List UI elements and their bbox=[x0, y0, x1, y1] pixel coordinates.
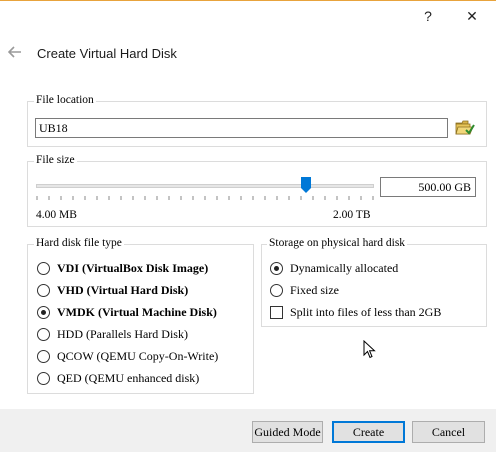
radio-button[interactable] bbox=[37, 372, 50, 385]
radio-button-selected[interactable] bbox=[37, 306, 50, 319]
radio-button[interactable] bbox=[270, 284, 283, 297]
slider-ticks bbox=[36, 196, 374, 200]
folder-open-icon[interactable] bbox=[455, 119, 475, 137]
option-label: VDI (VirtualBox Disk Image) bbox=[57, 261, 209, 275]
option-label: VMDK (Virtual Machine Disk) bbox=[57, 305, 217, 319]
storage-fixed-option[interactable]: Fixed size bbox=[270, 283, 339, 298]
radio-button[interactable] bbox=[37, 328, 50, 341]
storage-label: Storage on physical hard disk bbox=[267, 237, 408, 249]
slider-track bbox=[36, 184, 374, 188]
disk-type-option-vdi[interactable]: VDI (VirtualBox Disk Image) bbox=[37, 261, 208, 276]
close-button[interactable]: ✕ bbox=[460, 6, 484, 26]
help-button[interactable]: ? bbox=[416, 6, 440, 26]
option-label: QCOW (QEMU Copy-On-Write) bbox=[57, 349, 219, 363]
arrow-left-icon[interactable] bbox=[6, 43, 24, 61]
create-button[interactable]: Create bbox=[332, 421, 405, 443]
file-size-label: File size bbox=[34, 154, 77, 166]
option-label: Fixed size bbox=[290, 283, 339, 297]
disk-type-option-vmdk[interactable]: VMDK (Virtual Machine Disk) bbox=[37, 305, 217, 320]
slider-max-label: 2.00 TB bbox=[333, 209, 371, 221]
split-checkbox[interactable] bbox=[270, 306, 283, 319]
disk-type-option-vhd[interactable]: VHD (Virtual Hard Disk) bbox=[37, 283, 188, 298]
guided-mode-button[interactable]: Guided Mode bbox=[252, 421, 323, 443]
option-label: Dynamically allocated bbox=[290, 261, 399, 275]
disk-type-option-qed[interactable]: QED (QEMU enhanced disk) bbox=[37, 371, 199, 386]
window-top-border bbox=[0, 0, 496, 1]
disk-type-option-hdd[interactable]: HDD (Parallels Hard Disk) bbox=[37, 327, 188, 342]
mouse-cursor-icon bbox=[363, 339, 377, 360]
option-label: Split into files of less than 2GB bbox=[290, 305, 442, 319]
disk-type-label: Hard disk file type bbox=[34, 237, 124, 249]
option-label: VHD (Virtual Hard Disk) bbox=[57, 283, 189, 297]
radio-button[interactable] bbox=[37, 284, 50, 297]
file-location-label: File location bbox=[34, 94, 96, 106]
file-size-slider[interactable] bbox=[36, 177, 374, 210]
cancel-button[interactable]: Cancel bbox=[412, 421, 485, 443]
slider-thumb[interactable] bbox=[301, 177, 312, 193]
radio-button[interactable] bbox=[37, 262, 50, 275]
option-label: HDD (Parallels Hard Disk) bbox=[57, 327, 188, 341]
page-title: Create Virtual Hard Disk bbox=[37, 46, 177, 61]
radio-button-selected[interactable] bbox=[270, 262, 283, 275]
file-location-value: UB18 bbox=[39, 121, 68, 135]
storage-split-option[interactable]: Split into files of less than 2GB bbox=[270, 305, 441, 320]
file-location-input[interactable]: UB18 bbox=[35, 118, 448, 138]
storage-dynamic-option[interactable]: Dynamically allocated bbox=[270, 261, 398, 276]
file-size-input[interactable]: 500.00 GB bbox=[380, 177, 476, 197]
file-size-value: 500.00 GB bbox=[418, 180, 471, 194]
disk-type-option-qcow[interactable]: QCOW (QEMU Copy-On-Write) bbox=[37, 349, 218, 364]
option-label: QED (QEMU enhanced disk) bbox=[57, 371, 200, 385]
slider-min-label: 4.00 MB bbox=[36, 209, 77, 221]
radio-button[interactable] bbox=[37, 350, 50, 363]
